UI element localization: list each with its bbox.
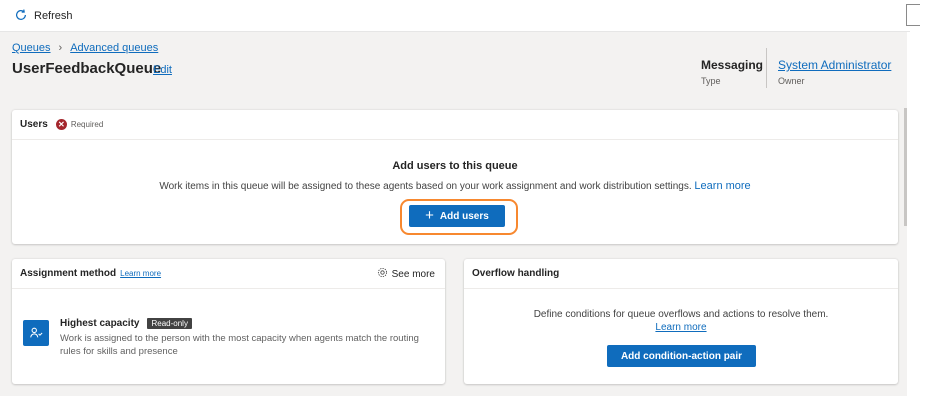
users-card-header: Users ✕ Required — [12, 110, 898, 140]
gear-icon — [377, 267, 388, 281]
users-learn-more-link[interactable]: Learn more — [694, 180, 750, 192]
method-name: Highest capacity — [60, 318, 140, 329]
refresh-icon — [14, 8, 28, 25]
queue-type: Messaging Type — [701, 58, 763, 86]
edit-queue-link[interactable]: Edit — [153, 64, 172, 76]
queue-type-label: Type — [701, 76, 721, 86]
overflow-description: Define conditions for queue overflows an… — [533, 309, 829, 320]
add-users-button[interactable]: + Add users — [409, 205, 505, 227]
assignment-card-title: Assignment method — [20, 268, 117, 279]
overflow-card-header: Overflow handling — [464, 259, 898, 289]
see-more-button[interactable]: See more — [377, 267, 435, 281]
queue-type-value: Messaging — [701, 58, 764, 72]
queue-owner: System Administrator Owner — [778, 58, 891, 86]
scrollbar-thumb[interactable] — [904, 108, 907, 226]
add-condition-action-button[interactable]: Add condition-action pair — [607, 345, 756, 367]
users-empty-description: Work items in this queue will be assigne… — [12, 180, 898, 192]
users-card-title: Users — [20, 119, 48, 130]
see-more-label: See more — [391, 268, 435, 280]
error-icon: ✕ — [55, 119, 67, 130]
plus-icon: + — [425, 207, 434, 224]
read-only-badge: Read-only — [147, 318, 192, 329]
breadcrumb-advanced-queues[interactable]: Advanced queues — [70, 42, 158, 54]
command-bar: Refresh — [0, 0, 910, 32]
meta-divider — [766, 48, 767, 88]
chevron-right-icon: › — [58, 42, 63, 54]
add-users-label: Add users — [439, 210, 489, 222]
assignment-method-card: Assignment method Learn more See more Hi… — [12, 259, 445, 384]
required-label: Required — [70, 120, 104, 129]
breadcrumb: Queues › Advanced queues — [12, 42, 158, 54]
overflow-handling-card: Overflow handling Define conditions for … — [464, 259, 898, 384]
users-description-text: Work items in this queue will be assigne… — [159, 181, 692, 192]
refresh-label: Refresh — [34, 10, 73, 22]
users-card: Users ✕ Required Add users to this queue… — [12, 110, 898, 244]
assignment-learn-more-link[interactable]: Learn more — [120, 269, 161, 278]
assignment-method-title: Highest capacity Read-only — [60, 318, 192, 329]
overflow-card-title: Overflow handling — [472, 268, 560, 279]
method-description: Work is assigned to the person with the … — [60, 333, 419, 357]
people-icon — [23, 320, 49, 346]
panel-edge — [906, 4, 920, 26]
owner-label: Owner — [778, 76, 805, 86]
owner-link[interactable]: System Administrator — [778, 58, 891, 72]
refresh-button[interactable]: Refresh — [14, 6, 73, 26]
queue-details-page: Queues › Advanced queues UserFeedbackQue… — [0, 32, 907, 396]
page-title: UserFeedbackQueue — [12, 60, 162, 77]
overflow-learn-more-link[interactable]: Learn more — [464, 322, 898, 333]
users-empty-heading: Add users to this queue — [392, 160, 518, 172]
scrollbar-track — [907, 32, 940, 396]
breadcrumb-queues[interactable]: Queues — [12, 42, 51, 54]
